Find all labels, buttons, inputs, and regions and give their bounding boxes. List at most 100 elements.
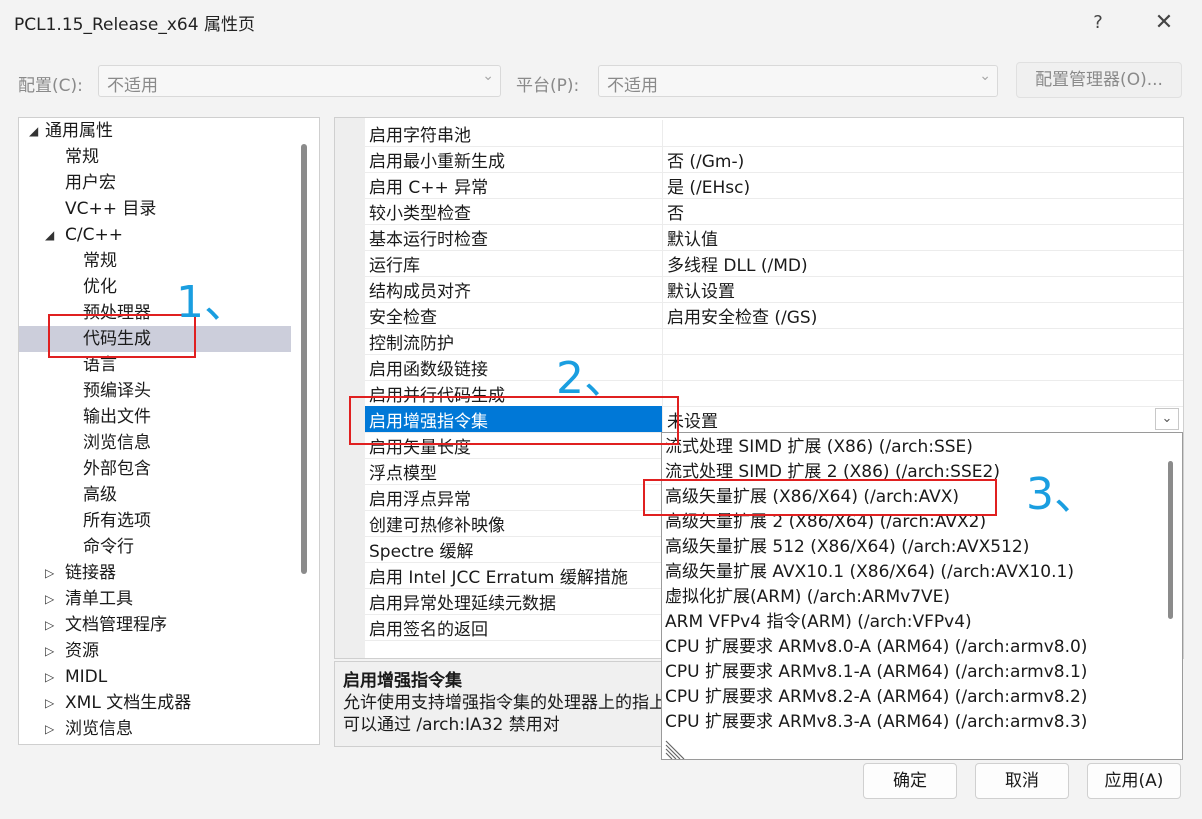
tree-item-label: 资源 [65,641,99,661]
tree-item[interactable]: ▷ 链接器 [19,560,291,586]
property-name: 启用浮点异常 [369,490,471,510]
dropdown-scrollbar[interactable] [1168,461,1173,619]
config-manager-button[interactable]: 配置管理器(O)... [1016,62,1182,98]
ok-button[interactable]: 确定 [863,763,957,799]
expand-arrow-icon[interactable]: ▷ [45,664,54,690]
column-divider [662,276,663,302]
property-name: 启用字符串池 [369,126,471,146]
expand-arrow-icon[interactable]: ▷ [45,612,54,638]
property-name: 启用异常处理延续元数据 [369,594,556,614]
property-value: 是 (/EHsc) [667,178,751,198]
column-divider [662,146,663,172]
tree-item[interactable]: VC++ 目录 [19,196,291,222]
property-row[interactable]: 启用最小重新生成 否 (/Gm-) [365,146,1183,173]
close-button[interactable]: ✕ [1146,6,1182,40]
tree-item[interactable]: 高级 [19,482,291,508]
column-divider [662,250,663,276]
column-divider [662,224,663,250]
property-row[interactable]: 较小类型检查 否 [365,198,1183,225]
tree-item[interactable]: ▷ XML 文档生成器 [19,690,291,716]
expand-arrow-icon[interactable]: ▷ [45,638,54,664]
tree-item[interactable]: 常规 [19,144,291,170]
property-row[interactable]: 安全检查 启用安全检查 (/GS) [365,302,1183,329]
tree-item[interactable]: 用户宏 [19,170,291,196]
property-row[interactable]: 启用函数级链接 [365,354,1183,381]
collapse-arrow-icon[interactable]: ◢ [45,222,54,248]
column-divider [662,354,663,380]
tree-item[interactable]: 外部包含 [19,456,291,482]
tree-item[interactable]: 所有选项 [19,508,291,534]
chevron-down-icon: ⌄ [979,68,991,84]
property-row[interactable]: 基本运行时检查 默认值 [365,224,1183,251]
property-row[interactable]: 启用 C++ 异常 是 (/EHsc) [365,172,1183,199]
collapse-arrow-icon[interactable]: ◢ [29,118,38,144]
tree-item[interactable]: 常规 [19,248,291,274]
annotation-box-1 [48,314,196,358]
dropdown-option[interactable]: 高级矢量扩展 512 (X86/X64) (/arch:AVX512) [665,535,1029,560]
property-name: 结构成员对齐 [369,282,471,302]
config-value: 不适用 [107,76,158,96]
dropdown-option[interactable]: CPU 扩展要求 ARMv8.3-A (ARM64) (/arch:armv8.… [665,710,1087,735]
property-name: 安全检查 [369,308,437,328]
expand-arrow-icon[interactable]: ▷ [45,690,54,716]
tree-item[interactable]: 优化 [19,274,291,300]
dropdown-option[interactable]: CPU 扩展要求 ARMv8.1-A (ARM64) (/arch:armv8.… [665,660,1087,685]
tree-item-label: 输出文件 [83,407,151,427]
cancel-button[interactable]: 取消 [975,763,1069,799]
tree-item[interactable]: ▷ MIDL [19,664,291,690]
dropdown-option[interactable]: 流式处理 SIMD 扩展 (X86) (/arch:SSE) [665,435,973,460]
resize-grip-icon[interactable] [664,739,688,759]
property-name: 启用签名的返回 [369,620,488,640]
grid-gutter [335,118,365,658]
apply-button[interactable]: 应用(A) [1087,763,1181,799]
dropdown-option[interactable]: ARM VFPv4 指令(ARM) (/arch:VFPv4) [665,610,972,635]
tree-item[interactable]: ▷ 文档管理程序 [19,612,291,638]
config-combo[interactable]: 不适用 ⌄ [98,65,501,97]
property-row[interactable]: 控制流防护 [365,328,1183,355]
dropdown-option[interactable]: CPU 扩展要求 ARMv8.2-A (ARM64) (/arch:armv8.… [665,685,1087,710]
config-label: 配置(C): [18,76,83,96]
dropdown-toggle-button[interactable]: ⌄ [1155,408,1179,430]
dropdown-option[interactable]: CPU 扩展要求 ARMv8.0-A (ARM64) (/arch:armv8.… [665,635,1087,660]
tree-scrollbar[interactable] [301,144,307,574]
tree-item[interactable]: ▷ 浏览信息 [19,716,291,742]
tree-item-label: 命令行 [83,537,134,557]
platform-combo[interactable]: 不适用 ⌄ [598,65,998,97]
tree-item[interactable]: ◢ C/C++ [19,222,291,248]
chevron-down-icon: ⌄ [482,68,494,84]
property-name: 运行库 [369,256,420,276]
help-button[interactable]: ? [1080,6,1116,40]
property-row[interactable]: 运行库 多线程 DLL (/MD) [365,250,1183,277]
dropdown-option[interactable]: 虚拟化扩展(ARM) (/arch:ARMv7VE) [665,585,950,610]
chevron-down-icon: ⌄ [1161,411,1173,426]
dropdown-option[interactable]: 高级矢量扩展 AVX10.1 (X86/X64) (/arch:AVX10.1) [665,560,1074,585]
column-divider [662,198,663,224]
tree-item-label: 用户宏 [65,173,116,193]
tree-item[interactable]: ▷ 资源 [19,638,291,664]
annotation-step-2: 2、 [556,353,628,404]
tree-item[interactable]: ◢ 通用属性 [19,118,291,144]
tree-item-label: 浏览信息 [83,433,151,453]
tree-item-label: 常规 [83,251,117,271]
tree-item-label: 通用属性 [45,121,113,141]
property-name: 启用 C++ 异常 [369,178,489,198]
property-name: 较小类型检查 [369,204,471,224]
column-divider [662,328,663,354]
property-name: 控制流防护 [369,334,454,354]
tree-item[interactable]: 命令行 [19,534,291,560]
property-row[interactable]: 启用字符串池 [365,120,1183,147]
tree-item[interactable]: 浏览信息 [19,430,291,456]
tree-item[interactable]: 预编译头 [19,378,291,404]
property-name: 浮点模型 [369,464,437,484]
expand-arrow-icon[interactable]: ▷ [45,716,54,742]
tree-item-label: 清单工具 [65,589,133,609]
property-tree[interactable]: ◢ 通用属性 常规 用户宏 VC++ 目录 ◢ C/C++ 常规 优化 预处理器 代码生成 语言 预编译… [18,117,320,745]
property-value: 默认值 [667,230,718,250]
tree-item[interactable]: ▷ 清单工具 [19,586,291,612]
property-name: Spectre 缓解 [369,542,474,562]
property-row[interactable]: 结构成员对齐 默认设置 [365,276,1183,303]
expand-arrow-icon[interactable]: ▷ [45,560,54,586]
expand-arrow-icon[interactable]: ▷ [45,586,54,612]
tree-item[interactable]: 输出文件 [19,404,291,430]
annotation-step-1: 1、 [176,277,248,328]
